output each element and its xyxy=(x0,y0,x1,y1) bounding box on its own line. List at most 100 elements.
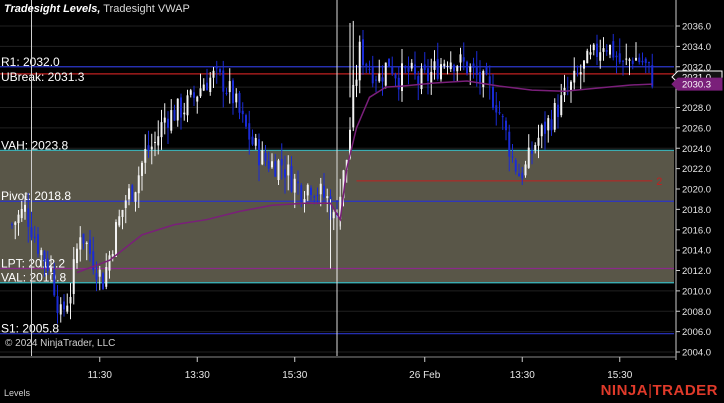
candle-body xyxy=(557,104,559,118)
x-tick-label: 26 Feb xyxy=(409,370,441,381)
candle-body xyxy=(290,166,293,192)
candle-body xyxy=(615,55,618,58)
candle-body xyxy=(189,90,192,95)
candle-body xyxy=(570,81,572,91)
candle-body xyxy=(154,141,156,143)
candle-body xyxy=(124,200,127,209)
candle-body xyxy=(537,137,540,146)
candle-body xyxy=(446,65,449,67)
candle-body xyxy=(297,181,299,184)
y-tick-label: 2014.0 xyxy=(682,246,711,257)
level-label: LPT: 2012.2 xyxy=(1,256,65,270)
candle-body xyxy=(417,76,420,85)
candle-body xyxy=(167,118,169,128)
candle-body xyxy=(105,266,108,287)
candle-body xyxy=(511,156,514,158)
candle-body xyxy=(553,102,556,130)
candle-body xyxy=(576,72,579,74)
x-tick-label: 13:30 xyxy=(510,370,535,381)
candle-body xyxy=(102,273,104,290)
candle-body xyxy=(53,270,56,296)
candle-body xyxy=(293,178,296,193)
candle-body xyxy=(313,196,316,198)
candle-body xyxy=(228,81,231,93)
price-marker-label: 2030.3 xyxy=(682,80,711,91)
candle-body xyxy=(323,185,325,198)
candle-body xyxy=(111,254,114,257)
candle-body xyxy=(527,147,530,168)
candle-body xyxy=(375,79,377,81)
candle-body xyxy=(30,227,33,238)
extra-level-marker: 2 xyxy=(656,176,662,188)
x-tick-label: 13:30 xyxy=(185,370,210,381)
candle-body xyxy=(602,48,605,52)
candle-body xyxy=(641,60,644,63)
candle-body xyxy=(202,84,205,91)
candle-body xyxy=(524,164,527,176)
candle-body xyxy=(241,110,244,115)
candle-body xyxy=(378,73,381,82)
candle-body xyxy=(271,161,273,168)
candle-body xyxy=(628,59,631,61)
candle-body xyxy=(355,79,358,86)
candle-body xyxy=(583,60,585,69)
candle-body xyxy=(482,71,485,88)
candle-body xyxy=(518,173,520,177)
candle-body xyxy=(137,175,140,194)
candle-body xyxy=(599,52,602,61)
candle-body xyxy=(635,57,637,61)
candle-body xyxy=(14,222,17,225)
candle-body xyxy=(466,61,468,74)
candle-body xyxy=(43,251,46,262)
candle-body xyxy=(108,255,111,271)
candle-body xyxy=(193,92,195,98)
candle-body xyxy=(488,76,491,85)
candle-body xyxy=(277,160,280,181)
candle-body xyxy=(254,137,257,146)
candle-body xyxy=(534,145,537,151)
level-label: VAL: 2010.8 xyxy=(1,271,66,285)
candle-body xyxy=(443,63,446,67)
candle-body xyxy=(232,80,234,104)
y-tick-label: 2016.0 xyxy=(682,225,711,236)
candle-body xyxy=(212,70,215,78)
candle-body xyxy=(258,139,260,166)
candle-body xyxy=(118,216,121,226)
candle-body xyxy=(436,58,439,79)
x-tick-label: 15:30 xyxy=(607,370,632,381)
candle-body xyxy=(33,236,36,239)
candle-body xyxy=(199,88,202,97)
candle-body xyxy=(560,95,563,116)
candle-body xyxy=(410,62,413,69)
candle-body xyxy=(648,62,650,64)
candle-body xyxy=(40,250,43,256)
candle-body xyxy=(24,204,26,212)
candle-body xyxy=(479,71,481,84)
y-tick-label: 2006.0 xyxy=(682,327,711,338)
candle-body xyxy=(544,121,546,134)
candle-body xyxy=(605,50,608,52)
candle-body xyxy=(365,64,368,66)
candle-body xyxy=(160,122,163,138)
candle-body xyxy=(219,69,221,73)
candle-body xyxy=(115,222,117,257)
candle-body xyxy=(17,214,20,224)
level-label: S1: 2005.8 xyxy=(1,322,59,336)
candle-body xyxy=(300,185,303,202)
brand-trader: TRADER xyxy=(652,382,718,399)
candle-body xyxy=(521,172,524,179)
candle-body xyxy=(284,169,286,178)
candle-body xyxy=(76,248,78,264)
candle-body xyxy=(186,95,189,116)
candle-body xyxy=(332,212,335,219)
candle-body xyxy=(209,77,212,93)
candle-body xyxy=(397,77,400,90)
x-tick-label: 15:30 xyxy=(282,370,307,381)
candle-body xyxy=(531,150,533,154)
candle-body xyxy=(394,74,397,79)
candle-body xyxy=(430,71,433,83)
indicator-vwap-name: Tradesight VWAP xyxy=(103,3,190,15)
candle-body xyxy=(261,150,264,165)
candle-body xyxy=(589,52,592,55)
ninjatrader-logo: NINJA|TRADER xyxy=(600,382,718,399)
